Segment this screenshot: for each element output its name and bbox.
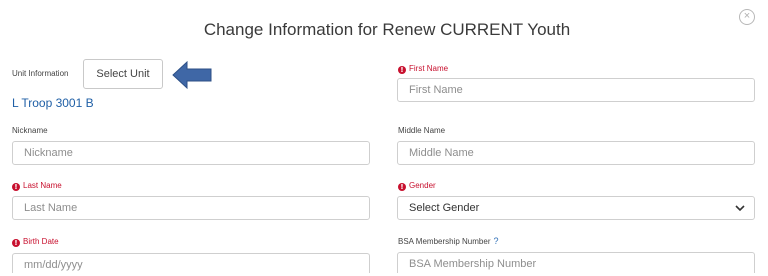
middle-name-label: Middle Name (398, 126, 446, 135)
chevron-down-icon (735, 205, 745, 212)
first-name-input[interactable] (409, 79, 754, 101)
last-name-label: ! Last Name (12, 181, 62, 191)
gender-label-text: Gender (409, 181, 436, 190)
bsa-number-label: BSA Membership Number? (398, 236, 499, 247)
middle-name-field[interactable] (397, 141, 755, 165)
current-unit-name: L Troop 3001 B (12, 96, 94, 110)
birth-date-field[interactable] (12, 253, 370, 275)
nickname-field[interactable] (12, 141, 370, 165)
gender-selected-value: Select Gender (409, 202, 480, 214)
modal-title: Change Information for Renew CURRENT You… (203, 20, 571, 39)
first-name-label-text: First Name (409, 64, 449, 73)
birth-date-input[interactable] (24, 255, 369, 275)
bsa-number-label-text: BSA Membership Number (398, 237, 491, 246)
nickname-input[interactable] (24, 142, 369, 164)
bsa-number-field[interactable] (397, 252, 755, 274)
last-name-field[interactable] (12, 196, 370, 220)
required-icon: ! (12, 239, 20, 247)
select-unit-button[interactable]: Select Unit (83, 59, 163, 89)
help-icon[interactable]: ? (493, 236, 498, 246)
gender-select[interactable]: Select Gender (397, 196, 755, 220)
middle-name-input[interactable] (409, 142, 754, 164)
nickname-label: Nickname (12, 126, 48, 135)
required-icon: ! (398, 66, 406, 74)
close-icon[interactable]: × (739, 9, 755, 25)
unit-information-label: Unit Information (12, 69, 69, 78)
bsa-number-input[interactable] (409, 254, 754, 274)
birth-date-label-text: Birth Date (23, 237, 59, 246)
gender-label: ! Gender (398, 181, 436, 191)
arrow-left-icon (172, 60, 212, 90)
first-name-label: ! First Name (398, 64, 448, 74)
first-name-field[interactable] (397, 78, 755, 102)
birth-date-label: ! Birth Date (12, 237, 59, 247)
required-icon: ! (12, 183, 20, 191)
required-icon: ! (398, 183, 406, 191)
last-name-label-text: Last Name (23, 181, 62, 190)
last-name-input[interactable] (24, 197, 369, 219)
